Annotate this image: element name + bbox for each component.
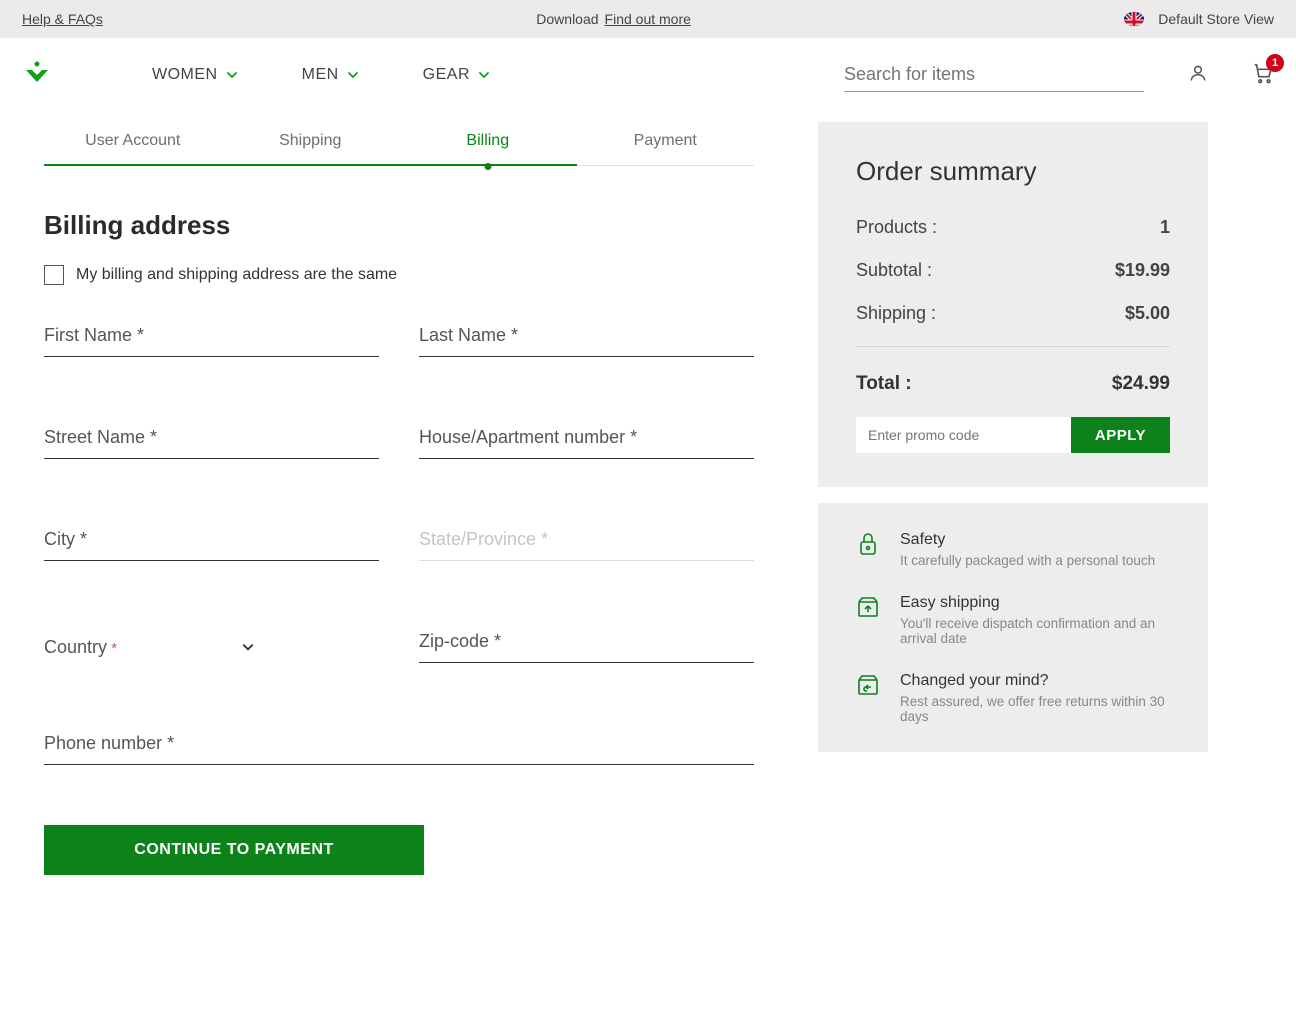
checkout-steps: User Account Shipping Billing Payment: [44, 132, 754, 166]
apply-promo-button[interactable]: APPLY: [1071, 417, 1170, 453]
city-field[interactable]: City *: [44, 529, 379, 561]
summary-products-row: Products : 1: [856, 217, 1170, 238]
chevron-down-icon: [478, 69, 490, 81]
step-label: Billing: [466, 132, 509, 149]
summary-subtotal-row: Subtotal : $19.99: [856, 260, 1170, 281]
field-label: Country: [44, 637, 107, 657]
info-desc: It carefully packaged with a personal to…: [900, 553, 1155, 568]
zip-code-field[interactable]: Zip-code *: [419, 631, 754, 663]
info-title: Easy shipping: [900, 594, 1170, 612]
summary-label: Products :: [856, 217, 937, 238]
summary-total-row: Total : $24.99: [856, 373, 1170, 395]
chevron-down-icon: [347, 69, 359, 81]
nav-label: WOMEN: [152, 66, 218, 84]
step-label: Payment: [634, 132, 697, 149]
lock-icon: [856, 531, 882, 568]
step-label: Shipping: [279, 132, 341, 149]
summary-label: Total :: [856, 373, 912, 395]
site-header: WOMEN MEN GEAR 1: [0, 38, 1296, 122]
package-return-icon: [856, 672, 882, 724]
nav-men[interactable]: MEN: [302, 66, 359, 84]
step-billing[interactable]: Billing: [399, 132, 577, 166]
field-label: House/Apartment number *: [419, 427, 637, 447]
top-bar: Help & FAQs Download Find out more Defau…: [0, 0, 1296, 38]
promo-row: APPLY: [856, 417, 1170, 453]
billing-form: First Name * Last Name * Street Name * H…: [44, 325, 754, 765]
chevron-down-icon: [226, 69, 238, 81]
find-out-more-link[interactable]: Find out more: [605, 11, 691, 27]
phone-field[interactable]: Phone number *: [44, 733, 754, 765]
nav-gear[interactable]: GEAR: [423, 66, 490, 84]
last-name-field[interactable]: Last Name *: [419, 325, 754, 357]
info-shipping: Easy shipping You'll receive dispatch co…: [856, 594, 1170, 646]
summary-value: 1: [1160, 217, 1170, 238]
field-label: Phone number *: [44, 733, 174, 753]
store-switcher[interactable]: Default Store View: [1124, 11, 1274, 27]
continue-to-payment-button[interactable]: CONTINUE TO PAYMENT: [44, 825, 424, 875]
first-name-field[interactable]: First Name *: [44, 325, 379, 357]
info-title: Safety: [900, 531, 1155, 549]
logo[interactable]: [22, 60, 52, 90]
same-address-checkbox[interactable]: My billing and shipping address are the …: [44, 265, 754, 285]
same-address-label: My billing and shipping address are the …: [76, 266, 397, 284]
order-summary-title: Order summary: [856, 156, 1170, 187]
cart-icon[interactable]: 1: [1252, 62, 1274, 88]
info-title: Changed your mind?: [900, 672, 1170, 690]
summary-label: Subtotal :: [856, 260, 932, 281]
state-province-field: State/Province *: [419, 529, 754, 561]
download-promo: Download Find out more: [536, 11, 691, 27]
promo-code-input[interactable]: [856, 417, 1071, 453]
field-label: Zip-code *: [419, 631, 501, 651]
checkbox-icon: [44, 265, 64, 285]
nav-women[interactable]: WOMEN: [152, 66, 238, 84]
account-icon[interactable]: [1188, 63, 1208, 87]
field-label: First Name *: [44, 325, 144, 345]
summary-label: Shipping :: [856, 303, 936, 324]
main-nav: WOMEN MEN GEAR: [152, 66, 490, 84]
chevron-down-icon: [241, 640, 255, 654]
step-payment[interactable]: Payment: [577, 132, 755, 166]
info-safety: Safety It carefully packaged with a pers…: [856, 531, 1170, 568]
search-field[interactable]: [844, 58, 1144, 92]
step-user-account[interactable]: User Account: [44, 132, 222, 166]
required-mark: *: [111, 640, 117, 657]
info-desc: You'll receive dispatch confirmation and…: [900, 616, 1170, 646]
summary-value: $19.99: [1115, 260, 1170, 281]
summary-shipping-row: Shipping : $5.00: [856, 303, 1170, 324]
billing-title: Billing address: [44, 210, 754, 241]
info-card: Safety It carefully packaged with a pers…: [818, 503, 1208, 752]
nav-label: MEN: [302, 66, 339, 84]
field-label: City *: [44, 529, 87, 549]
summary-value: $5.00: [1125, 303, 1170, 324]
street-field[interactable]: Street Name *: [44, 427, 379, 459]
divider: [856, 346, 1170, 347]
package-up-icon: [856, 594, 882, 646]
field-label: State/Province *: [419, 529, 548, 549]
search-input[interactable]: [844, 58, 1144, 92]
uk-flag-icon: [1124, 12, 1144, 26]
store-view-label: Default Store View: [1158, 11, 1274, 27]
nav-label: GEAR: [423, 66, 470, 84]
field-label: Last Name *: [419, 325, 518, 345]
house-number-field[interactable]: House/Apartment number *: [419, 427, 754, 459]
cart-count-badge: 1: [1266, 54, 1284, 72]
order-summary-card: Order summary Products : 1 Subtotal : $1…: [818, 122, 1208, 487]
step-label: User Account: [85, 132, 180, 149]
help-faqs-link[interactable]: Help & FAQs: [22, 11, 103, 27]
step-shipping[interactable]: Shipping: [222, 132, 400, 166]
field-label: Street Name *: [44, 427, 157, 447]
summary-value: $24.99: [1112, 373, 1170, 395]
info-returns: Changed your mind? Rest assured, we offe…: [856, 672, 1170, 724]
country-select[interactable]: Country *: [44, 631, 379, 663]
download-text: Download: [536, 11, 598, 27]
info-desc: Rest assured, we offer free returns with…: [900, 694, 1170, 724]
